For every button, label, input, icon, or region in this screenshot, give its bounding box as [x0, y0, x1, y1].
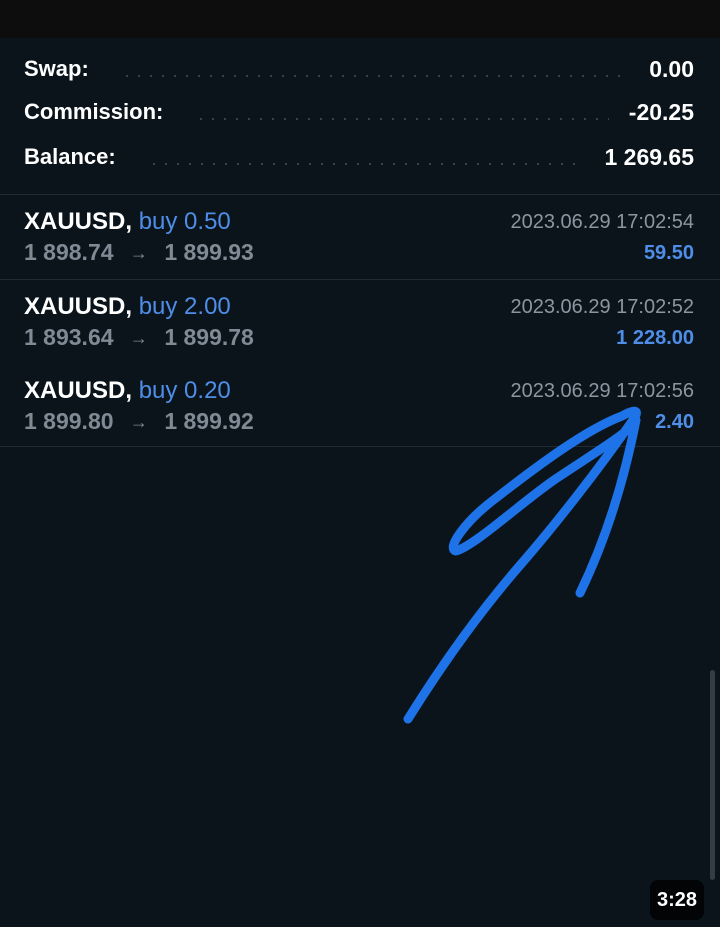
trade-row[interactable]: XAUUSD, buy 0.20 1 899.80 → 1 899.92 202…: [0, 364, 720, 447]
trade-title: XAUUSD, buy 0.50: [24, 208, 231, 236]
commission-label: Commission:: [24, 99, 164, 124]
open-price: 1 898.74: [24, 239, 114, 265]
close-price: 1 899.93: [164, 239, 254, 265]
dotted-leader: [147, 163, 585, 165]
close-price: 1 899.78: [164, 324, 254, 350]
swap-label: Swap:: [24, 56, 89, 81]
trade-prices: 1 893.64 → 1 899.78: [24, 324, 254, 351]
right-arrow-icon: →: [129, 328, 148, 348]
right-arrow-icon: →: [129, 412, 148, 432]
trade-side-volume: buy 0.50: [138, 208, 231, 235]
dotted-leader: [195, 118, 609, 120]
trade-title: XAUUSD, buy 2.00: [24, 293, 231, 321]
account-summary: Swap: 0.00 Commission: -20.25 Balance: 1…: [0, 38, 720, 195]
trade-time: 2023.06.29 17:02:54: [510, 211, 694, 233]
trade-side-volume: buy 0.20: [138, 377, 231, 404]
swap-row: Swap: 0.00: [24, 52, 694, 86]
trade-row[interactable]: XAUUSD, buy 2.00 1 893.64 → 1 899.78 202…: [0, 280, 720, 365]
open-price: 1 893.64: [24, 324, 114, 350]
dotted-leader: [120, 75, 630, 77]
trade-side-volume: buy 2.00: [138, 293, 231, 320]
trade-history-screen: Swap: 0.00 Commission: -20.25 Balance: 1…: [0, 0, 720, 927]
open-price: 1 899.80: [24, 408, 114, 434]
commission-row: Commission: -20.25: [24, 95, 694, 129]
scrollbar[interactable]: [710, 670, 715, 880]
trade-time: 2023.06.29 17:02:52: [510, 296, 694, 318]
close-price: 1 899.92: [164, 408, 254, 434]
commission-value: -20.25: [628, 98, 694, 125]
trade-prices: 1 899.80 → 1 899.92: [24, 408, 254, 435]
empty-history-area: [0, 447, 720, 927]
video-duration-badge: 3:28: [650, 880, 704, 920]
trade-row[interactable]: XAUUSD, buy 0.50 1 898.74 → 1 899.93 202…: [0, 195, 720, 280]
trade-profit: 59.50: [643, 242, 694, 264]
trade-symbol: XAUUSD,: [24, 377, 133, 404]
trade-symbol: XAUUSD,: [24, 208, 133, 235]
trade-symbol: XAUUSD,: [24, 293, 133, 320]
trade-title: XAUUSD, buy 0.20: [24, 377, 231, 405]
trade-prices: 1 898.74 → 1 899.93: [24, 239, 254, 266]
trade-profit: 2.40: [655, 411, 694, 433]
trade-time: 2023.06.29 17:02:56: [510, 380, 694, 402]
top-dark-band: [0, 0, 720, 38]
balance-row: Balance: 1 269.65: [24, 140, 694, 174]
right-arrow-icon: →: [129, 243, 148, 263]
balance-label: Balance:: [24, 144, 116, 169]
trade-profit: 1 228.00: [616, 327, 694, 349]
balance-value: 1 269.65: [604, 143, 694, 170]
swap-value: 0.00: [649, 55, 694, 82]
